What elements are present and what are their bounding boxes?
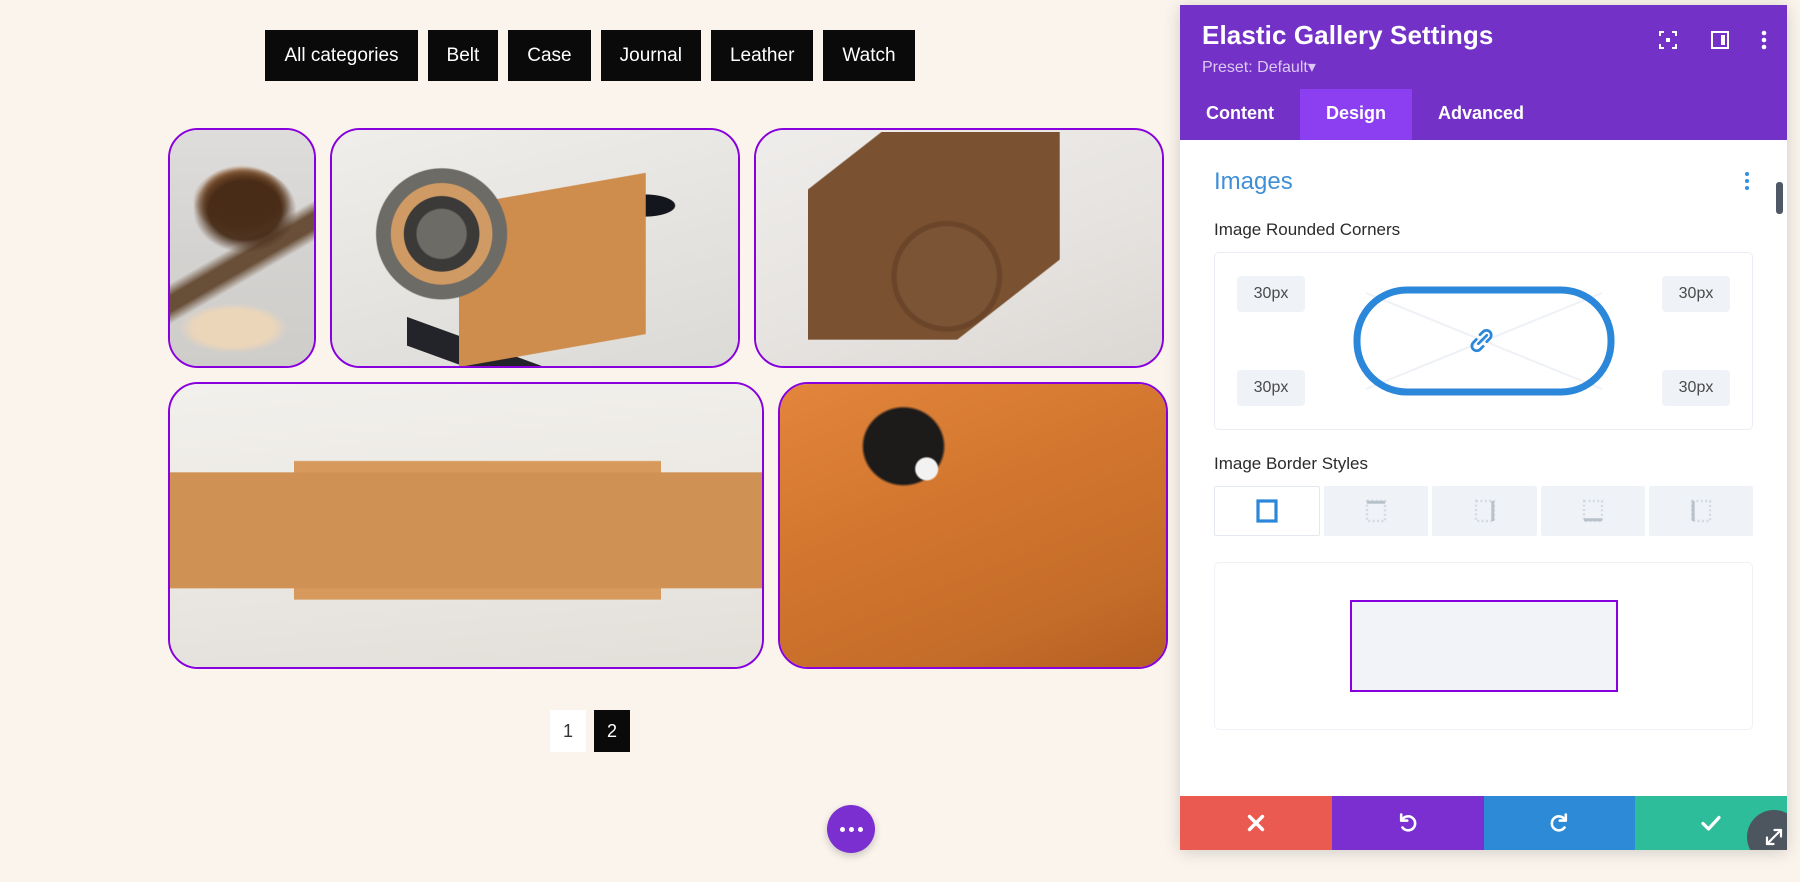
- radius-input-bottom-right[interactable]: 30px: [1662, 369, 1730, 406]
- gallery-row: [168, 128, 1168, 368]
- fab-dot: [839, 826, 845, 832]
- gallery-image-journal: [332, 130, 738, 366]
- gallery-canvas: All categories Belt Case Journal Leather…: [0, 0, 1180, 882]
- radius-input-top-right[interactable]: 30px: [1662, 275, 1730, 312]
- gallery-image-phone: [780, 384, 1166, 667]
- border-style-left-icon[interactable]: [1648, 485, 1754, 536]
- tab-design[interactable]: Design: [1299, 88, 1412, 140]
- chevron-down-icon: ▾: [1307, 58, 1316, 76]
- gallery-item-watch[interactable]: [168, 382, 764, 669]
- rounded-corners-control: 30px 30px 30px 30px: [1214, 251, 1753, 430]
- border-style-bottom-icon[interactable]: [1540, 485, 1645, 536]
- tab-advanced[interactable]: Advanced: [1412, 89, 1550, 140]
- gallery-item-case[interactable]: [754, 128, 1164, 368]
- redo-button[interactable]: [1483, 796, 1636, 850]
- gallery-item-cord[interactable]: [168, 128, 316, 368]
- section-more-icon[interactable]: [1741, 168, 1753, 194]
- gallery-image-watch: [170, 384, 762, 667]
- filter-button-belt[interactable]: Belt: [427, 30, 499, 81]
- gallery-item-phone[interactable]: [778, 382, 1168, 669]
- pagination: 1 2: [0, 710, 1180, 752]
- label-image-rounded-corners: Image Rounded Corners: [1214, 219, 1401, 239]
- kebab-dot: [1745, 171, 1749, 176]
- close-icon: [1247, 814, 1265, 832]
- section-header: Images: [1214, 168, 1753, 196]
- more-vertical-icon[interactable]: [1761, 29, 1767, 51]
- category-filter-bar: All categories Belt Case Journal Leather…: [0, 30, 1180, 81]
- settings-panel: Elastic Gallery Settings Preset: Default…: [1180, 5, 1787, 850]
- screen-root: All categories Belt Case Journal Leather…: [0, 0, 1800, 882]
- resize-diagonal-icon: [1765, 828, 1783, 846]
- border-style-right-icon[interactable]: [1432, 485, 1537, 536]
- pagination-page-1[interactable]: 1: [550, 710, 586, 752]
- layout-panel-icon[interactable]: [1709, 29, 1731, 51]
- gallery-image-case: [756, 130, 1162, 366]
- filter-button-all-categories[interactable]: All categories: [265, 30, 418, 81]
- fab-dot: [857, 826, 863, 832]
- filter-button-case[interactable]: Case: [508, 30, 591, 81]
- panel-header: Elastic Gallery Settings Preset: Default…: [1180, 5, 1787, 89]
- gallery-image-cord: [170, 130, 314, 366]
- discard-button[interactable]: [1180, 796, 1332, 850]
- radius-preview-shape: [1352, 285, 1616, 397]
- pagination-page-2[interactable]: 2: [594, 710, 630, 752]
- panel-scrollbar-thumb[interactable]: [1776, 181, 1783, 214]
- radius-input-bottom-left[interactable]: 30px: [1237, 369, 1305, 406]
- gallery-grid: [168, 128, 1168, 683]
- border-style-top-icon[interactable]: [1324, 485, 1429, 536]
- label-image-border-styles: Image Border Styles: [1214, 453, 1369, 473]
- radius-input-top-left[interactable]: 30px: [1237, 275, 1305, 312]
- border-preview-box: [1214, 561, 1753, 730]
- tab-content[interactable]: Content: [1180, 89, 1300, 140]
- filter-button-journal[interactable]: Journal: [600, 30, 701, 81]
- undo-button[interactable]: [1331, 796, 1484, 850]
- panel-scrollbar-track[interactable]: [1776, 140, 1785, 796]
- filter-button-watch[interactable]: Watch: [823, 30, 915, 81]
- more-options-fab[interactable]: [827, 805, 875, 853]
- panel-body: Images Image Rounded Corners 30px 30px 3…: [1180, 139, 1787, 796]
- panel-tabs: Content Design Advanced: [1180, 88, 1787, 140]
- border-styles-options: [1214, 485, 1754, 536]
- border-style-all-icon[interactable]: [1214, 485, 1321, 536]
- redo-icon: [1550, 813, 1568, 832]
- border-preview-rectangle: [1349, 599, 1618, 692]
- panel-action-bar: [1180, 796, 1787, 850]
- link-icon: [1470, 328, 1493, 352]
- kebab-dot: [1745, 185, 1749, 190]
- undo-icon: [1399, 813, 1417, 832]
- kebab-dot: [1745, 178, 1749, 183]
- gallery-item-journal[interactable]: [330, 128, 740, 368]
- preset-label: Preset: Default: [1202, 58, 1308, 76]
- focus-icon[interactable]: [1657, 29, 1679, 51]
- section-title-images: Images: [1214, 167, 1293, 195]
- gallery-row: [168, 382, 1168, 669]
- check-icon: [1701, 815, 1721, 831]
- filter-button-leather[interactable]: Leather: [710, 30, 814, 81]
- panel-header-icons: [1657, 29, 1767, 51]
- fab-dot: [848, 826, 854, 832]
- preset-selector[interactable]: Preset: Default▾: [1202, 57, 1765, 77]
